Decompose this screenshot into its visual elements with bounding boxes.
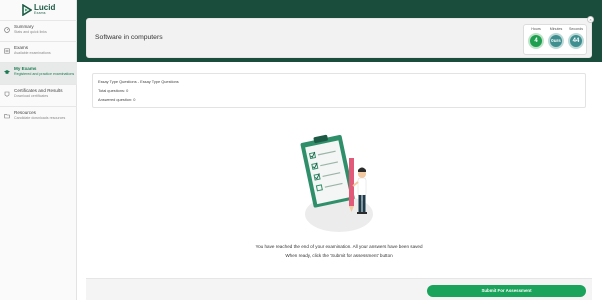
sidebar-item-my-exams[interactable]: My Exams Registered and practice examina… [0,62,77,84]
sidebar-item-desc: Registered and practice examinations [14,71,75,76]
triangle-play-logo-icon [22,4,32,16]
question-summary-card: Essay Type Questions - Essay Type Questi… [92,73,586,108]
folder-icon [4,114,10,119]
exam-list-icon [4,48,10,54]
sidebar-item-certificates[interactable]: Certificates and Results Download certif… [0,84,77,106]
timer-seconds-label: Seconds [569,27,583,31]
submit-instruction-message: When ready, click the 'Submit for assess… [285,253,393,258]
exam-header-card: Software in computers × Hours 4 Minutes … [86,16,594,58]
answered-questions: Answered question: 0 [98,97,136,102]
sidebar-item-desc: Stats and quick links [14,29,47,34]
checklist-illustration [300,134,373,232]
submit-for-assessment-button[interactable]: Submit For Assessment [427,285,586,297]
section-title: Essay Type Questions - Essay Type Questi… [98,79,179,84]
timer-minutes-label: Minutes [549,27,563,31]
graduation-cap-icon [4,70,10,74]
sidebar-item-exams[interactable]: Exams Available examinations [0,41,77,62]
sidebar-item-desc: Download certificates [14,93,49,98]
dashboard-icon [4,27,10,33]
certificate-icon [4,91,10,97]
sidebar-item-desc: Available examinations [14,50,51,55]
brand-sub: Exams [34,11,46,16]
timer-seconds: Seconds 44 [566,27,586,49]
total-questions: Total questions: 0 [98,88,129,93]
countdown-timer: Hours 4 Minutes 0urs Seconds 44 [523,24,587,55]
timer-hours: Hours 4 [526,27,546,49]
end-of-exam-message: You have reached the end of your examina… [255,244,423,249]
exam-title: Software in computers [95,34,163,41]
close-button[interactable]: × [587,16,594,23]
timer-minutes-value: 0urs [548,33,564,49]
brand-logo[interactable]: Lucid Exams [22,4,55,16]
sidebar-item-summary[interactable]: Summary Stats and quick links [0,20,77,41]
sidebar-item-desc: Candidate downloads resources [14,115,66,120]
timer-hours-label: Hours [531,27,541,31]
sidebar-nav: Summary Stats and quick links Exams Avai… [0,20,77,128]
timer-minutes: Minutes 0urs [546,27,566,49]
sidebar: Lucid Exams Summary Stats and quick link… [0,0,77,300]
sidebar-item-resources[interactable]: Resources Candidate downloads resources [0,106,77,128]
timer-seconds-value: 44 [568,33,584,49]
timer-hours-value: 4 [528,33,544,49]
